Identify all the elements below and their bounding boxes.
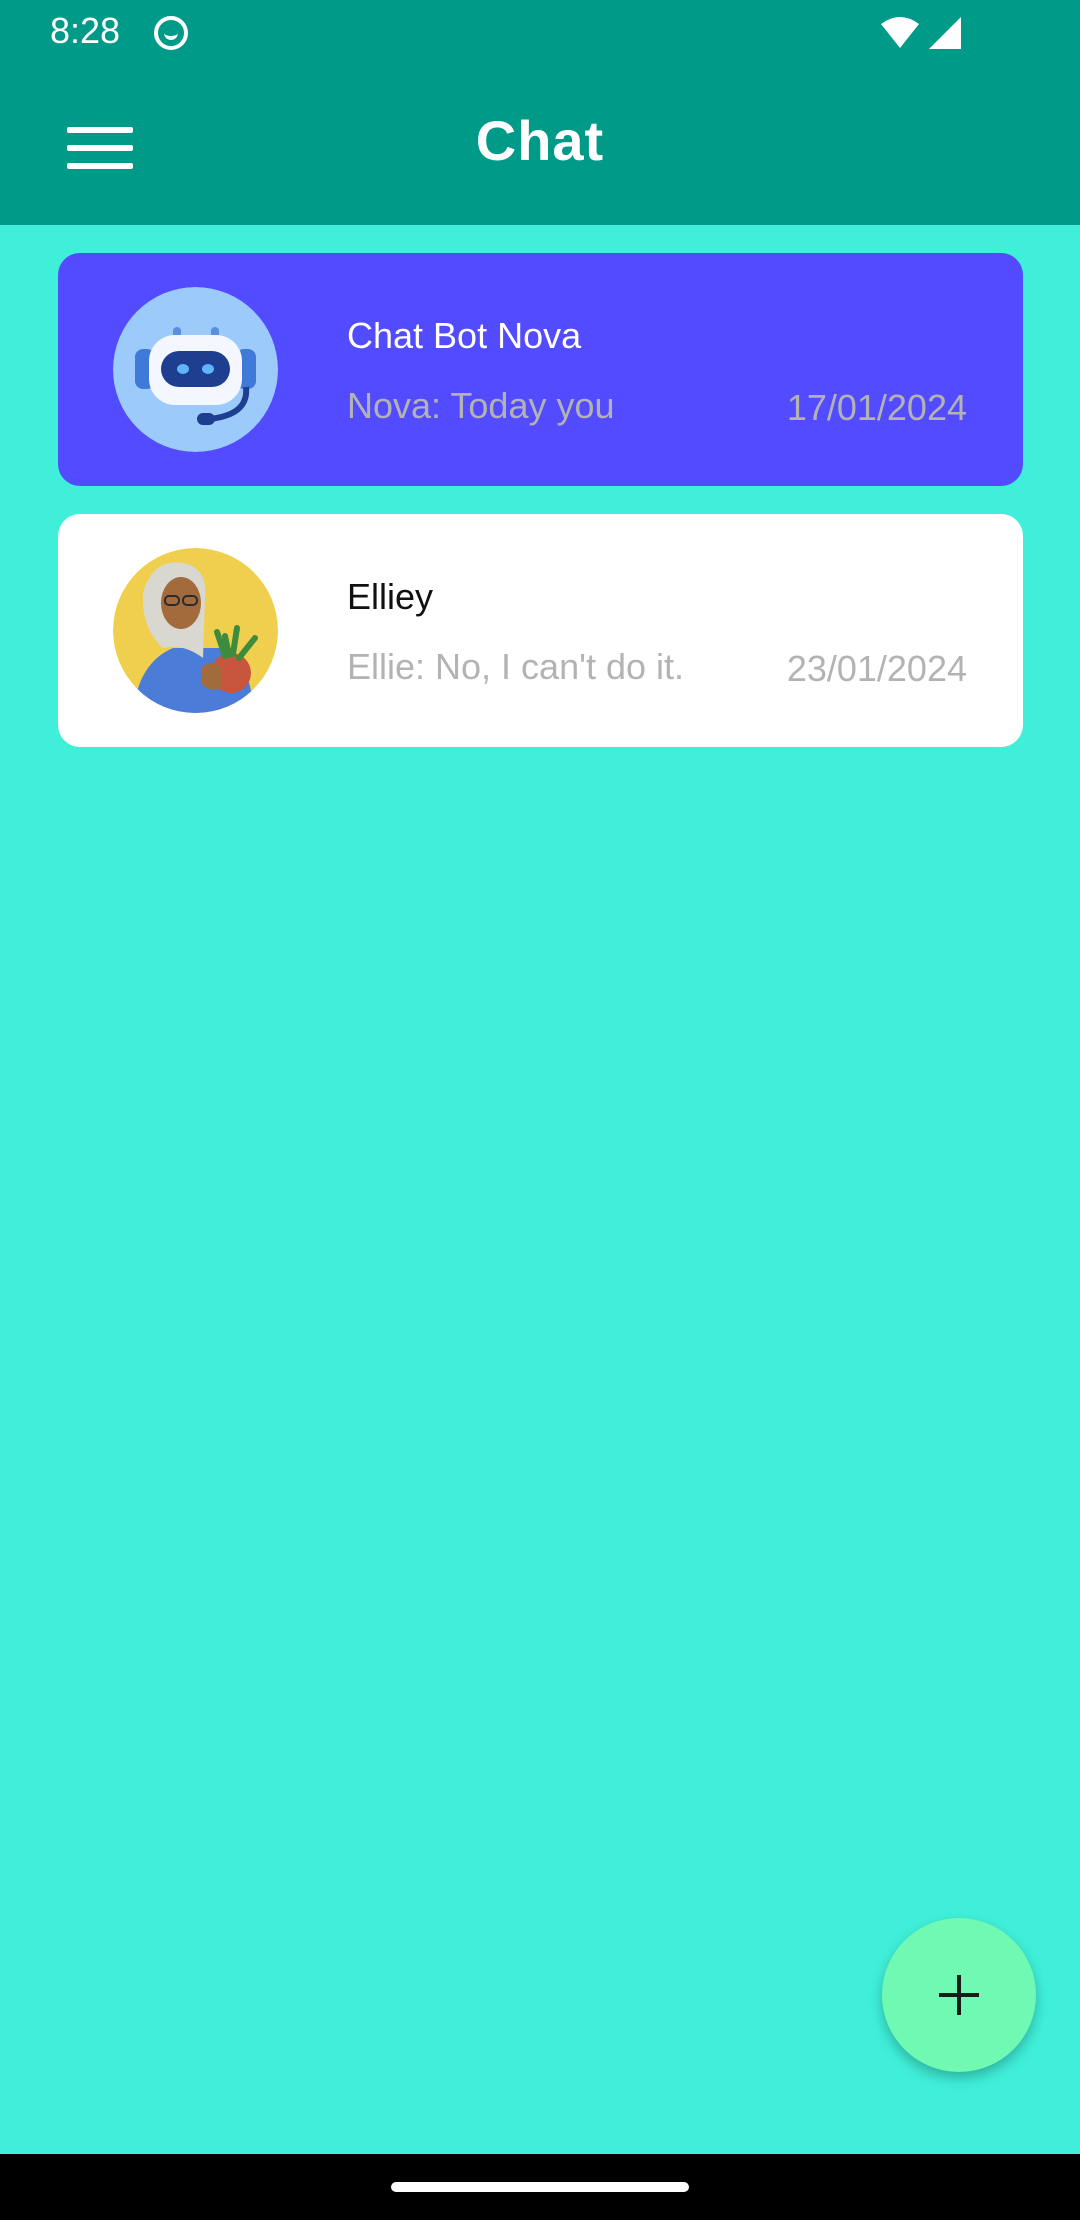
chat-name: Chat Bot Nova [347, 315, 582, 356]
signal-icon [929, 17, 961, 49]
navigation-bar [0, 2154, 1080, 2220]
home-handle[interactable] [391, 2182, 689, 2192]
chat-item-elliey[interactable]: Elliey Ellie: No, I can't do it. 23/01/2… [58, 514, 1023, 747]
chat-preview: Nova: Today you [347, 385, 615, 426]
woman-with-plant-avatar [113, 548, 278, 713]
app-notification-icon [154, 16, 188, 50]
chat-name: Elliey [347, 576, 434, 617]
app-bar: Chat [0, 64, 1080, 225]
status-bar: 8:28 [0, 0, 1080, 64]
status-time: 8:28 [50, 10, 121, 51]
add-chat-button[interactable] [882, 1918, 1036, 2072]
chat-preview: Ellie: No, I can't do it. [347, 646, 685, 687]
page-title: Chat [475, 109, 605, 172]
robot-avatar [113, 287, 278, 452]
chat-date: 23/01/2024 [786, 648, 967, 689]
chat-item-chat-bot-nova[interactable]: Chat Bot Nova Nova: Today you 17/01/2024 [58, 253, 1023, 486]
wifi-icon [881, 17, 919, 48]
chat-date: 17/01/2024 [786, 387, 967, 428]
plus-icon [939, 1975, 979, 2015]
